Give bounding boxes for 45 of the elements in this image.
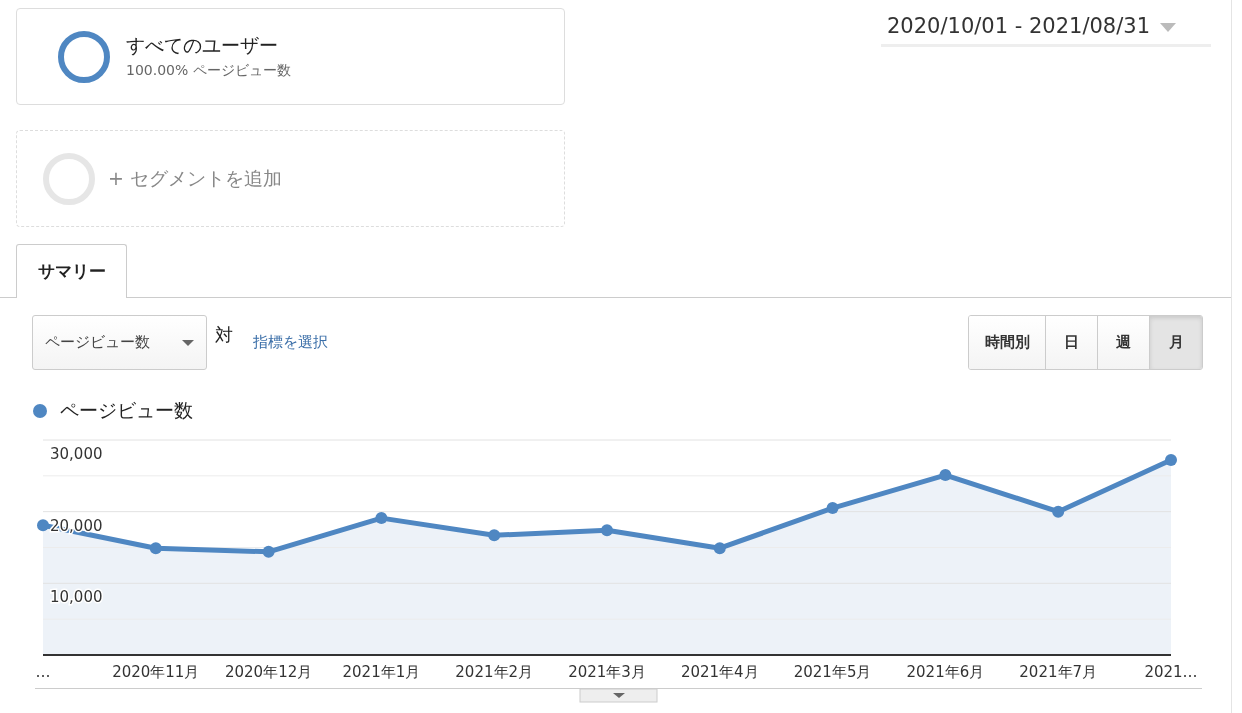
data-point[interactable] — [1052, 505, 1065, 518]
caret-icon — [182, 339, 194, 346]
x-axis-label: 2020年11月 — [112, 663, 200, 681]
x-axis-label: 2021年6月 — [906, 663, 985, 681]
data-point[interactable] — [488, 529, 501, 542]
collapse-handle[interactable] — [579, 688, 658, 703]
x-axis-label: 2021年5月 — [793, 663, 872, 681]
x-axis-label: 2021年4月 — [680, 663, 759, 681]
x-axis-label: … — [35, 663, 51, 681]
data-point[interactable] — [375, 512, 388, 525]
data-point[interactable] — [826, 502, 839, 515]
y-axis-label: 30,000 — [50, 445, 103, 463]
empty-ring-icon — [42, 151, 96, 206]
data-point[interactable] — [262, 545, 275, 558]
x-axis-label: 2021年7月 — [1019, 663, 1098, 681]
x-axis-label: 2020年12月 — [224, 663, 313, 681]
select-metric-link[interactable]: 指標を選択 — [253, 333, 328, 352]
caret-icon — [1160, 22, 1176, 32]
add-segment-label: + セグメントを追加 — [108, 165, 282, 191]
x-axis-label: 2021年1月 — [342, 663, 421, 681]
x-axis-label: 2021… — [1144, 663, 1198, 681]
segment-card[interactable]: すべてのユーザー 100.00% ページビュー数 — [16, 8, 565, 105]
add-segment-card[interactable]: + セグメントを追加 — [16, 130, 565, 227]
segment-ring-icon — [57, 29, 111, 84]
granularity-button[interactable]: 月 — [1150, 316, 1202, 369]
data-point[interactable] — [149, 542, 162, 555]
date-range-dropdown[interactable]: 2020/10/01 - 2021/08/31 — [881, 10, 1211, 47]
granularity-button[interactable]: 週 — [1098, 316, 1150, 369]
data-point[interactable] — [939, 469, 952, 482]
x-axis-label: 2021年2月 — [455, 663, 534, 681]
x-axis-label: 2021年3月 — [568, 663, 646, 681]
y-axis-label: 10,000 — [50, 588, 103, 607]
data-point[interactable] — [37, 519, 49, 532]
legend-label: ページビュー数 — [60, 398, 193, 423]
tab[interactable]: サマリー — [16, 244, 127, 298]
segment-name: すべてのユーザー — [126, 33, 279, 58]
metric-dropdown[interactable]: ページビュー数 — [32, 315, 207, 370]
data-point[interactable] — [713, 542, 726, 555]
y-axis-label: 20,000 — [50, 516, 103, 535]
data-point[interactable] — [601, 524, 613, 537]
granularity-button[interactable]: 日 — [1046, 316, 1098, 369]
versus-label: 対 — [215, 323, 233, 347]
data-point[interactable] — [1165, 454, 1177, 467]
granularity-button[interactable]: 時間別 — [969, 316, 1046, 369]
segment-detail: 100.00% ページビュー数 — [126, 62, 291, 80]
